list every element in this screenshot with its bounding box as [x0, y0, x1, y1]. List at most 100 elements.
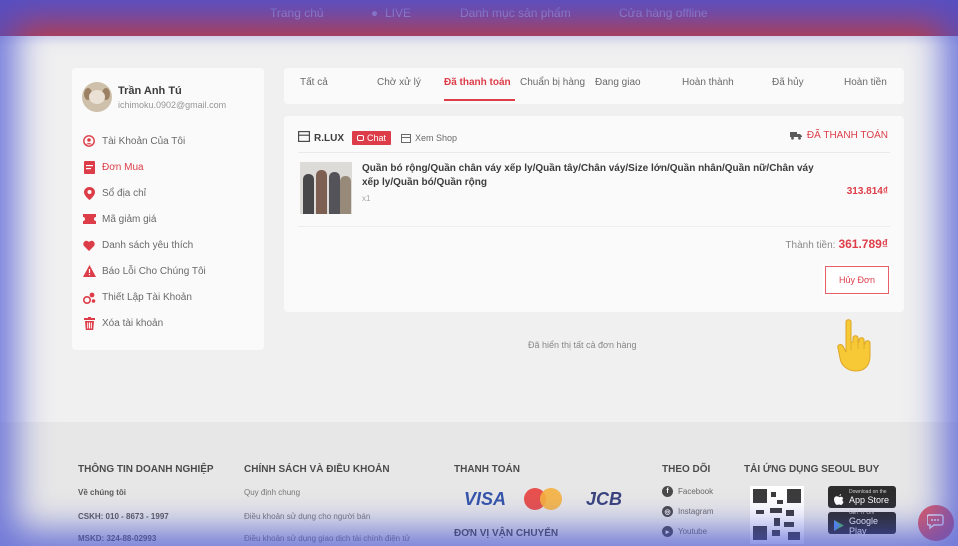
app-store-label: App Store	[849, 495, 890, 505]
sidebar-item-label: Mã giảm giá	[102, 213, 157, 225]
live-dot-icon	[372, 11, 377, 17]
instagram-link[interactable]: ◎ Instagram	[662, 506, 714, 517]
footer-seller-terms-link[interactable]: Điều khoản sử dụng cho người bán	[244, 512, 370, 521]
product-image-figure	[316, 170, 327, 214]
youtube-label: Youtube	[678, 527, 708, 536]
product-image-figure	[303, 174, 314, 214]
divider	[298, 226, 890, 227]
nav-live-link[interactable]: LIVE	[372, 6, 411, 20]
account-sidebar: Trần Anh Tú ichimoku.0902@gmail.com Tài …	[72, 68, 264, 350]
nav-home-link[interactable]: Trang chủ	[270, 6, 324, 20]
location-pin-icon	[82, 186, 96, 200]
sidebar-item-my-account[interactable]: Tài Khoản Của Tôi	[82, 132, 260, 150]
settings-people-icon	[82, 290, 96, 304]
facebook-label: Facebook	[678, 487, 714, 496]
jcb-logo: JCB	[586, 489, 623, 509]
tab-pending[interactable]: Chờ xử lý	[377, 77, 421, 88]
user-email: ichimoku.0902@gmail.com	[118, 100, 227, 110]
footer-about-link[interactable]: Về chúng tôi	[78, 488, 126, 497]
tab-shipping[interactable]: Đang giao	[595, 77, 641, 88]
avatar[interactable]	[82, 82, 112, 112]
sidebar-item-label: Xóa tài khoản	[102, 317, 164, 329]
ticket-icon	[82, 212, 96, 226]
support-chat-button[interactable]	[918, 505, 954, 541]
product-title[interactable]: Quần bó rộng/Quần chân váy xếp ly/Quần t…	[362, 162, 822, 190]
sidebar-item-vouchers[interactable]: Mã giảm giá	[82, 210, 260, 228]
tab-completed[interactable]: Hoàn thành	[682, 77, 734, 88]
nav-offline-store-link[interactable]: Cửa hàng offline	[619, 6, 708, 20]
order-total-amount: 361.789₫	[838, 237, 888, 251]
sidebar-item-label: Sổ địa chỉ	[102, 187, 146, 199]
user-circle-icon	[82, 134, 96, 148]
view-shop-button[interactable]: Xem Shop	[401, 133, 457, 143]
tab-preparing[interactable]: Chuẩn bị hàng	[520, 77, 585, 88]
sidebar-item-label: Báo Lỗi Cho Chúng Tôi	[102, 265, 206, 277]
order-status: ĐÃ THANH TOÁN	[789, 130, 888, 141]
sidebar-item-orders[interactable]: Đơn Mua	[82, 158, 260, 176]
delivery-truck-icon	[789, 131, 802, 140]
trash-icon	[82, 316, 96, 330]
footer-hotline: CSKH: 010 - 8673 - 1997	[78, 512, 169, 521]
cancel-order-button[interactable]: Hủy Đơn	[825, 266, 889, 294]
tab-cancelled[interactable]: Đã hủy	[772, 77, 804, 88]
site-footer: THÔNG TIN DOANH NGHIỆP Về chúng tôi CSKH…	[0, 422, 958, 546]
sidebar-item-report-bug[interactable]: Báo Lỗi Cho Chúng Tôi	[82, 262, 260, 280]
sidebar-item-label: Thiết Lập Tài Khoản	[102, 291, 192, 303]
sidebar-item-account-settings[interactable]: Thiết Lập Tài Khoản	[82, 288, 260, 306]
google-play-icon	[834, 518, 844, 531]
facebook-link[interactable]: f Facebook	[662, 486, 713, 497]
mastercard-logo	[522, 486, 564, 512]
order-status-label: ĐÃ THANH TOÁN	[806, 130, 888, 141]
tab-paid[interactable]: Đã thanh toán	[444, 77, 511, 88]
nav-categories-link[interactable]: Danh mục sản phẩm	[460, 6, 571, 20]
instagram-icon: ◎	[662, 506, 673, 517]
instagram-label: Instagram	[678, 507, 714, 516]
footer-follow-title: THEO DÕI	[662, 464, 711, 475]
user-name: Trần Anh Tú	[118, 85, 182, 97]
shop-header: R.LUX Chat Xem Shop	[298, 130, 457, 146]
tab-all[interactable]: Tất cả	[300, 77, 328, 88]
sidebar-item-label: Danh sách yêu thích	[102, 239, 194, 251]
chat-label: Chat	[367, 133, 387, 143]
chat-button[interactable]: Chat	[352, 131, 392, 145]
product-image[interactable]	[300, 162, 352, 214]
app-store-button[interactable]: Download on the App Store	[828, 486, 896, 508]
active-tab-indicator	[444, 99, 515, 101]
nav-live-label: LIVE	[385, 6, 412, 20]
footer-payment-terms-link[interactable]: Điều khoản sử dụng giao dịch tài chính đ…	[244, 534, 410, 543]
shop-name[interactable]: R.LUX	[314, 133, 344, 144]
view-shop-label: Xem Shop	[415, 133, 458, 143]
facebook-icon: f	[662, 486, 673, 497]
google-play-button[interactable]: GET IT ON Google Play	[828, 510, 896, 536]
qr-code	[750, 486, 804, 544]
pointing-hand-icon	[834, 318, 878, 374]
order-total-label: Thành tiền:	[785, 240, 836, 251]
sidebar-item-label: Tài Khoản Của Tôi	[102, 135, 186, 147]
order-total: Thành tiền: 361.789₫	[785, 237, 888, 251]
footer-payment-title: THANH TOÁN	[454, 464, 520, 475]
shop-icon	[298, 129, 311, 147]
product-price: 313.814₫	[846, 186, 888, 197]
footer-business-id: MSKD: 324-88-02993	[78, 534, 157, 543]
product-image-figure	[340, 176, 351, 214]
order-document-icon	[82, 160, 96, 174]
top-navigation: Trang chủ LIVE Danh mục sản phẩm Cửa hàn…	[0, 0, 958, 36]
heart-icon	[82, 238, 96, 252]
order-status-tabs: Tất cả Chờ xử lý Đã thanh toán Chuẩn bị …	[284, 68, 904, 104]
sidebar-item-delete-account[interactable]: Xóa tài khoản	[82, 314, 260, 332]
store-icon	[401, 133, 412, 143]
sidebar-item-address-book[interactable]: Sổ địa chỉ	[82, 184, 260, 202]
chat-support-icon	[926, 512, 945, 535]
youtube-link[interactable]: ▸ Youtube	[662, 526, 707, 537]
page: Trang chủ LIVE Danh mục sản phẩm Cửa hàn…	[0, 0, 958, 546]
youtube-icon: ▸	[662, 526, 673, 537]
footer-general-rules-link[interactable]: Quy định chung	[244, 488, 300, 497]
footer-policy-title: CHÍNH SÁCH VÀ ĐIỀU KHOẢN	[244, 464, 390, 475]
all-orders-shown-message: Đã hiển thị tất cả đơn hàng	[528, 340, 637, 350]
tab-refunded[interactable]: Hoàn tiền	[844, 77, 887, 88]
google-play-label: Google Play	[849, 516, 879, 536]
sidebar-item-wishlist[interactable]: Danh sách yêu thích	[82, 236, 260, 254]
footer-app-title: TẢI ỨNG DỤNG SEOUL BUY	[744, 464, 880, 475]
avatar-face	[89, 90, 105, 104]
apple-icon	[834, 492, 844, 505]
